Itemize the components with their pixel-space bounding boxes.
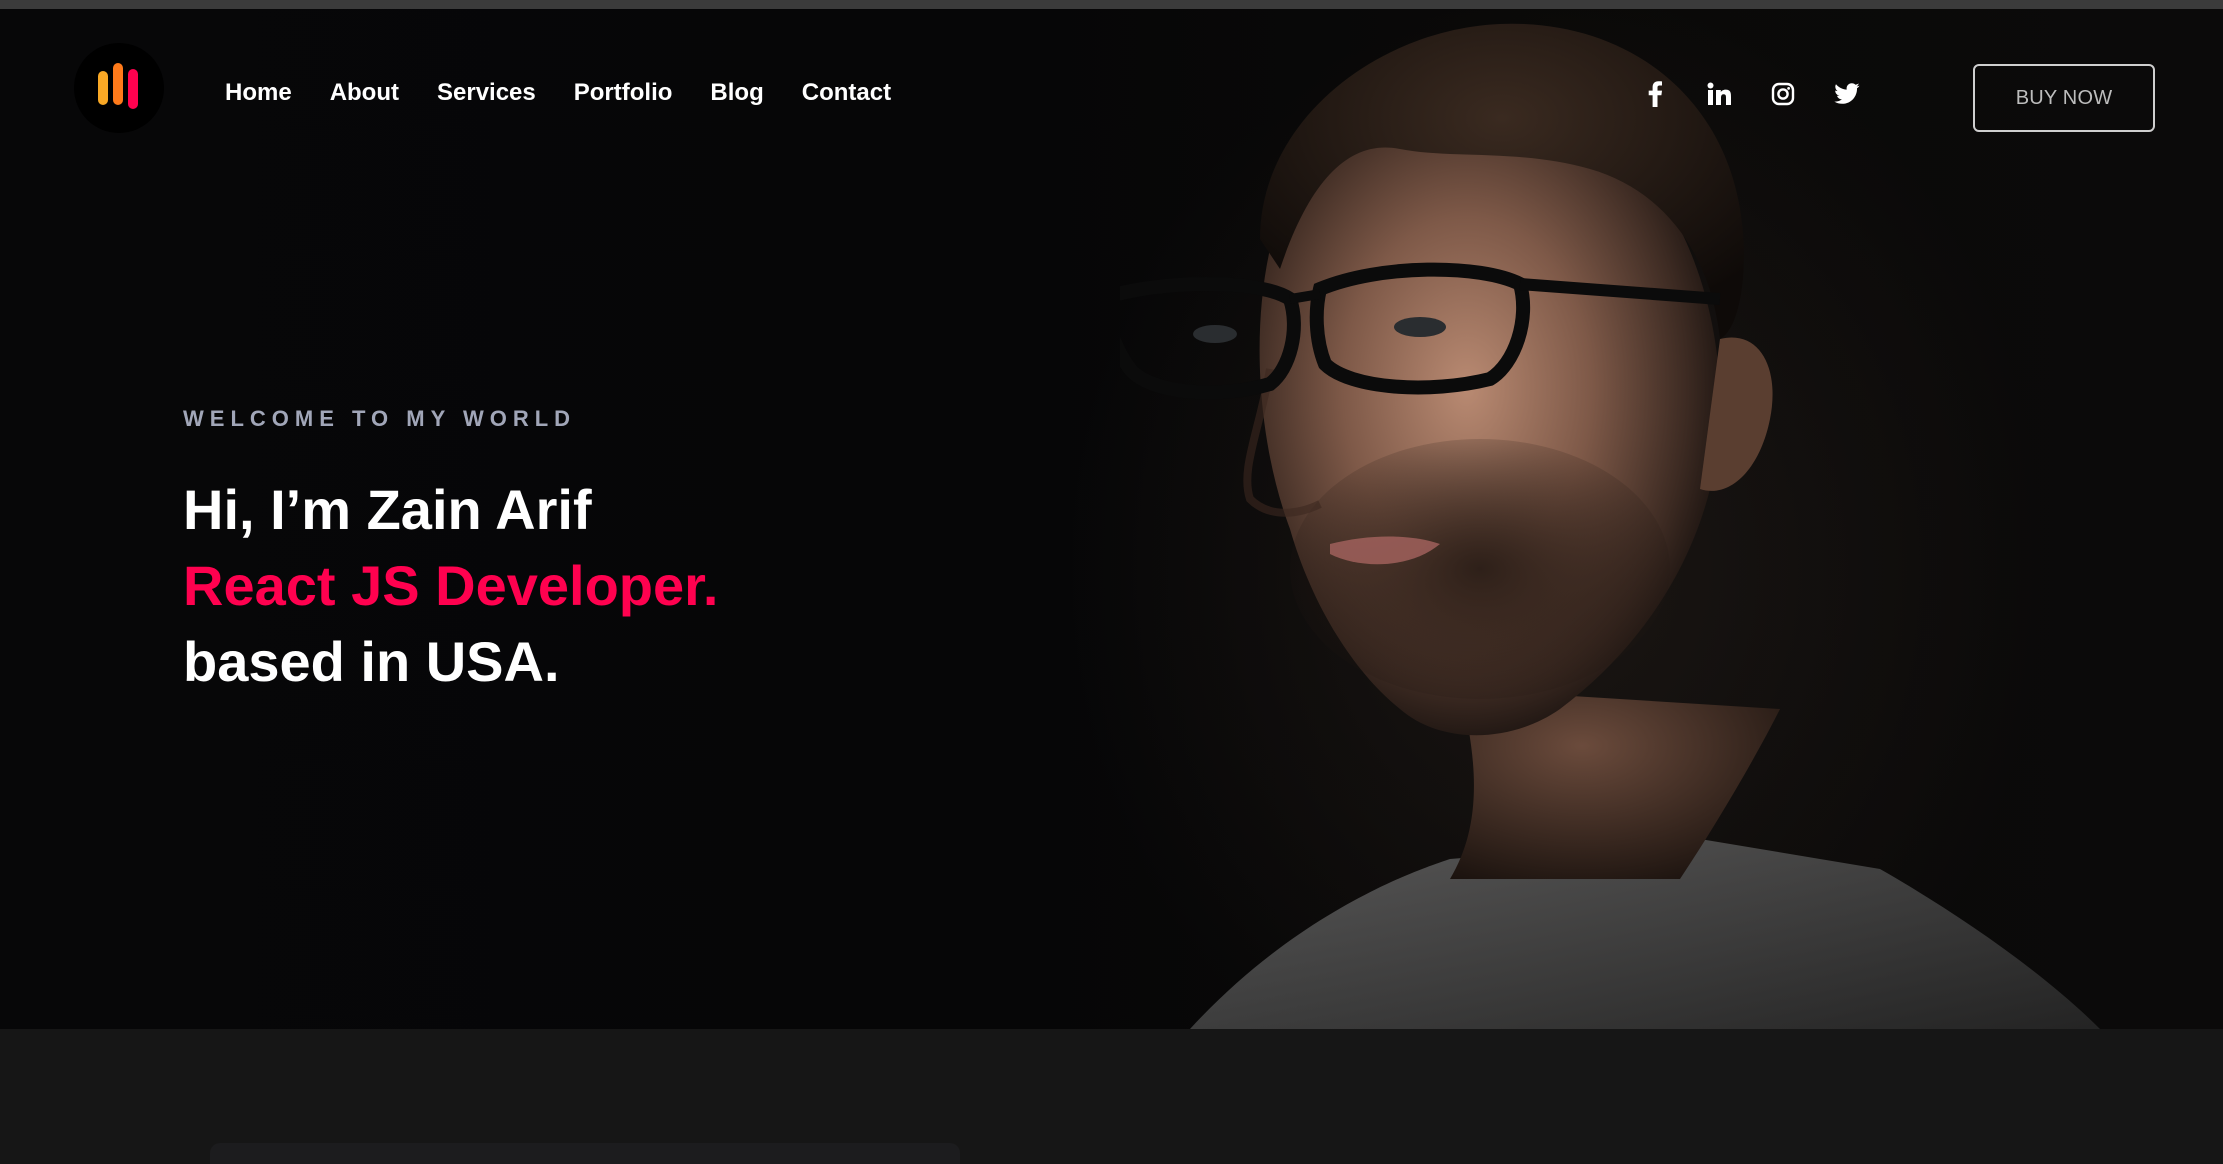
linkedin-icon[interactable] [1704, 79, 1734, 109]
nav-portfolio[interactable]: Portfolio [574, 79, 673, 107]
page: Home About Services Portfolio Blog Conta… [0, 0, 2223, 1164]
nav-blog[interactable]: Blog [710, 79, 763, 107]
logo-bar-orange [98, 71, 108, 105]
top-strip [0, 0, 2223, 9]
buy-now-button[interactable]: BUY NOW [1973, 64, 2155, 132]
brand-logo[interactable] [74, 43, 164, 133]
main-nav: Home About Services Portfolio Blog Conta… [225, 79, 891, 107]
hero-location: based in USA. [183, 630, 560, 693]
hero-eyebrow: WELCOME TO MY WORLD [183, 406, 577, 431]
facebook-icon[interactable] [1640, 79, 1670, 109]
hero-role: React JS Developer. [183, 554, 719, 617]
hero-greeting: Hi, I’m Zain Arif [183, 478, 592, 541]
nav-home[interactable]: Home [225, 79, 292, 107]
logo-bar-red [128, 69, 138, 109]
next-section-card [210, 1143, 960, 1164]
hero-headline: Hi, I’m Zain Arif React JS Developer. ba… [183, 472, 718, 700]
nav-about[interactable]: About [330, 79, 399, 107]
nav-services[interactable]: Services [437, 79, 536, 107]
hero-intro: WELCOME TO MY WORLD Hi, I’m Zain Arif Re… [183, 406, 718, 700]
instagram-icon[interactable] [1768, 79, 1798, 109]
logo-bar-orange-tall [113, 63, 123, 105]
nav-contact[interactable]: Contact [802, 79, 891, 107]
social-links [1640, 79, 1862, 109]
site-header: Home About Services Portfolio Blog Conta… [0, 9, 2223, 169]
twitter-icon[interactable] [1832, 79, 1862, 109]
